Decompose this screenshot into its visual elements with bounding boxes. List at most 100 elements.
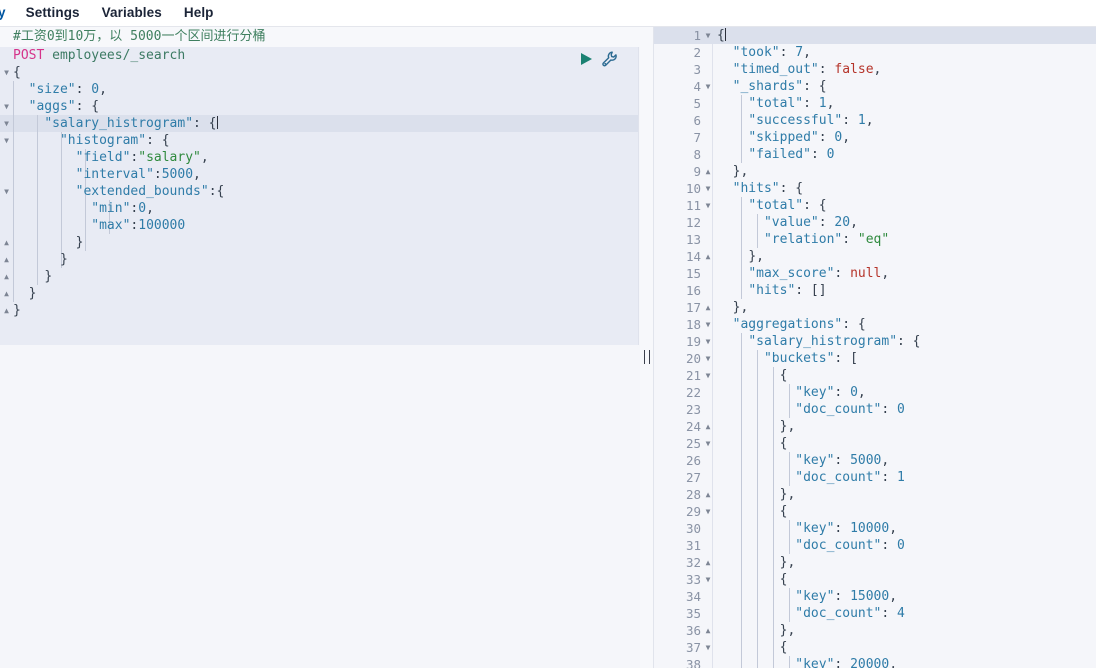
menu-item-variables[interactable]: Variables bbox=[91, 0, 173, 26]
fold-collapse-icon[interactable]: ▼ bbox=[703, 571, 713, 588]
response-code-line[interactable]: 7 "skipped": 0, bbox=[654, 129, 1096, 146]
request-comment-row[interactable]: #工资0到10万，以 5000一个区间进行分桶 bbox=[0, 27, 640, 47]
request-code-line[interactable]: "field":"salary", bbox=[0, 149, 638, 166]
response-code-line[interactable]: 22 "key": 0, bbox=[654, 384, 1096, 401]
menu-item-history[interactable]: y bbox=[0, 0, 15, 26]
response-code-line[interactable]: 13 "relation": "eq" bbox=[654, 231, 1096, 248]
request-code-line[interactable]: ▲} bbox=[0, 302, 638, 319]
response-code-line[interactable]: 10 ▼ "hits": { bbox=[654, 180, 1096, 197]
pane-splitter[interactable] bbox=[640, 27, 654, 668]
response-code-line[interactable]: 9 ▲ }, bbox=[654, 163, 1096, 180]
response-code-line[interactable]: 24 ▲ }, bbox=[654, 418, 1096, 435]
response-code-line[interactable]: 21 ▼ { bbox=[654, 367, 1096, 384]
fold-collapse-icon[interactable]: ▼ bbox=[703, 180, 713, 197]
response-code-line[interactable]: 11 ▼ "total": { bbox=[654, 197, 1096, 214]
response-code-line[interactable]: 2 "took": 7, bbox=[654, 44, 1096, 61]
request-code-line[interactable]: ▼ "aggs": { bbox=[0, 98, 638, 115]
fold-expand-icon[interactable]: ▲ bbox=[1, 234, 12, 251]
response-code-line[interactable]: 5 "total": 1, bbox=[654, 95, 1096, 112]
response-code-line[interactable]: 3 "timed_out": false, bbox=[654, 61, 1096, 78]
fold-expand-icon[interactable]: ▲ bbox=[1, 268, 12, 285]
response-code-line[interactable]: 28 ▲ }, bbox=[654, 486, 1096, 503]
request-method-line[interactable]: POST employees/_search bbox=[0, 47, 638, 64]
response-code-line[interactable]: 17 ▲ }, bbox=[654, 299, 1096, 316]
response-code-line[interactable]: 14 ▲ }, bbox=[654, 248, 1096, 265]
fold-collapse-icon[interactable]: ▼ bbox=[703, 316, 713, 333]
fold-collapse-icon[interactable]: ▼ bbox=[1, 64, 12, 81]
request-code-line[interactable]: "size": 0, bbox=[0, 81, 638, 98]
response-code-line[interactable]: 18 ▼ "aggregations": { bbox=[654, 316, 1096, 333]
response-code-line[interactable]: 31 "doc_count": 0 bbox=[654, 537, 1096, 554]
request-body-lines[interactable]: ▼{ "size": 0, ▼ "aggs": {▼ "salary_histro… bbox=[0, 64, 638, 319]
request-code-block[interactable]: POST employees/_search ▼{ "size": 0, ▼ "a… bbox=[0, 47, 639, 345]
request-code-line[interactable]: ▼ "salary_histrogram": { bbox=[0, 115, 638, 132]
response-code-line[interactable]: 36 ▲ }, bbox=[654, 622, 1096, 639]
play-icon[interactable] bbox=[580, 52, 593, 66]
response-code-line[interactable]: 19 ▼ "salary_histrogram": { bbox=[654, 333, 1096, 350]
response-code-line[interactable]: 16 "hits": [] bbox=[654, 282, 1096, 299]
fold-expand-icon[interactable]: ▲ bbox=[703, 622, 713, 639]
request-code-line[interactable]: ▼ "extended_bounds":{ bbox=[0, 183, 638, 200]
response-code-line[interactable]: 37 ▼ { bbox=[654, 639, 1096, 656]
menu-item-help[interactable]: Help bbox=[173, 0, 225, 26]
fold-expand-icon[interactable]: ▲ bbox=[703, 163, 713, 180]
fold-collapse-icon[interactable]: ▼ bbox=[703, 367, 713, 384]
fold-collapse-icon[interactable]: ▼ bbox=[703, 350, 713, 367]
request-code-line[interactable]: "interval":5000, bbox=[0, 166, 638, 183]
response-code-line[interactable]: 29 ▼ { bbox=[654, 503, 1096, 520]
fold-expand-icon[interactable]: ▲ bbox=[703, 299, 713, 316]
code-token-punct: , bbox=[873, 62, 882, 77]
request-code-line[interactable]: "max":100000 bbox=[0, 217, 638, 234]
fold-expand-icon[interactable]: ▲ bbox=[1, 285, 12, 302]
menu-item-settings[interactable]: Settings bbox=[15, 0, 91, 26]
fold-collapse-icon[interactable]: ▼ bbox=[703, 78, 713, 95]
response-code-line[interactable]: 23 "doc_count": 0 bbox=[654, 401, 1096, 418]
response-code-line[interactable]: 25 ▼ { bbox=[654, 435, 1096, 452]
fold-expand-icon[interactable]: ▲ bbox=[1, 302, 12, 319]
response-code-line[interactable]: 32 ▲ }, bbox=[654, 554, 1096, 571]
fold-expand-icon[interactable]: ▲ bbox=[703, 418, 713, 435]
fold-expand-icon[interactable]: ▲ bbox=[703, 554, 713, 571]
response-code-line[interactable]: 8 "failed": 0 bbox=[654, 146, 1096, 163]
fold-collapse-icon[interactable]: ▼ bbox=[1, 98, 12, 115]
response-code-line[interactable]: 20 ▼ "buckets": [ bbox=[654, 350, 1096, 367]
fold-collapse-icon[interactable]: ▼ bbox=[703, 435, 713, 452]
request-code-line[interactable]: ▲ } bbox=[0, 285, 638, 302]
fold-collapse-icon[interactable]: ▼ bbox=[703, 639, 713, 656]
response-code-line[interactable]: 34 "key": 15000, bbox=[654, 588, 1096, 605]
request-code-line[interactable]: ▲ } bbox=[0, 251, 638, 268]
response-line-text: }, bbox=[717, 299, 749, 316]
response-code-line[interactable]: 33 ▼ { bbox=[654, 571, 1096, 588]
response-code-line[interactable]: 6 "successful": 1, bbox=[654, 112, 1096, 129]
fold-collapse-icon[interactable]: ▼ bbox=[1, 183, 12, 200]
fold-expand-icon[interactable]: ▲ bbox=[703, 248, 713, 265]
fold-collapse-icon[interactable]: ▼ bbox=[703, 333, 713, 350]
fold-collapse-icon[interactable]: ▼ bbox=[1, 132, 12, 149]
response-pane[interactable]: 1 ▼{2 "took": 7, 3 "timed_out": false, 4 ▼ "… bbox=[654, 27, 1096, 668]
fold-collapse-icon[interactable]: ▼ bbox=[703, 27, 713, 44]
response-code-line[interactable]: 4 ▼ "_shards": { bbox=[654, 78, 1096, 95]
fold-collapse-icon[interactable]: ▼ bbox=[703, 197, 713, 214]
request-code-line[interactable]: ▼{ bbox=[0, 64, 638, 81]
request-code-line[interactable]: ▲ } bbox=[0, 234, 638, 251]
fold-expand-icon[interactable]: ▲ bbox=[1, 251, 12, 268]
response-code-line[interactable]: 26 "key": 5000, bbox=[654, 452, 1096, 469]
response-code-line[interactable]: 35 "doc_count": 4 bbox=[654, 605, 1096, 622]
fold-collapse-icon[interactable]: ▼ bbox=[703, 503, 713, 520]
request-code-line[interactable]: ▲ } bbox=[0, 268, 638, 285]
request-code-line[interactable]: "min":0, bbox=[0, 200, 638, 217]
response-code-line[interactable]: 27 "doc_count": 1 bbox=[654, 469, 1096, 486]
response-code-line[interactable]: 15 "max_score": null, bbox=[654, 265, 1096, 282]
fold-expand-icon[interactable]: ▲ bbox=[703, 486, 713, 503]
request-code-line[interactable]: ▼ "histogram": { bbox=[0, 132, 638, 149]
response-code-line[interactable]: 1 ▼ { bbox=[654, 27, 1096, 44]
request-editor-pane[interactable]: #工资0到10万，以 5000一个区间进行分桶 POST employees/_… bbox=[0, 27, 640, 668]
fold-collapse-icon[interactable]: ▼ bbox=[1, 115, 12, 132]
wrench-icon[interactable] bbox=[602, 51, 618, 67]
response-code-line[interactable]: 12 "value": 20, bbox=[654, 214, 1096, 231]
response-lines[interactable]: 1 ▼{2 "took": 7, 3 "timed_out": false, 4 ▼ "… bbox=[654, 27, 1096, 668]
response-code-line[interactable]: 38 "key": 20000, bbox=[654, 656, 1096, 668]
response-code-line[interactable]: 30 "key": 10000, bbox=[654, 520, 1096, 537]
splitter-grip-icon[interactable] bbox=[644, 350, 650, 364]
